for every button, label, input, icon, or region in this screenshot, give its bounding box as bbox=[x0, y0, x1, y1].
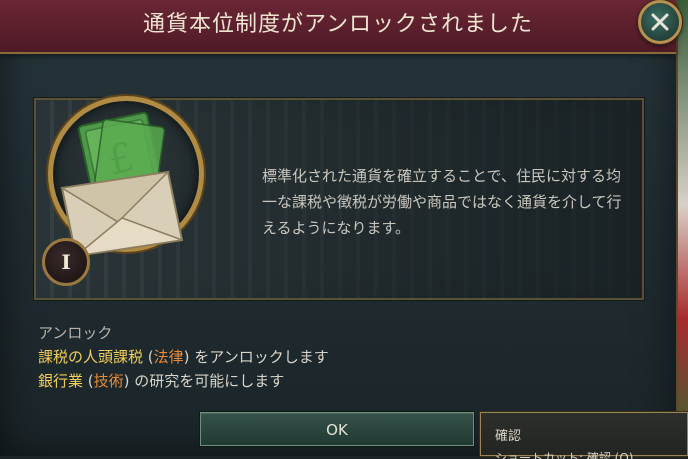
unlock-item-category[interactable]: 法律 bbox=[154, 348, 184, 366]
description-text: 標準化された通貨を確立することで、住民に対する均一な課税や徴税が労働や商品ではな… bbox=[262, 167, 622, 237]
dialog-title: 通貨本位制度がアンロックされました bbox=[142, 12, 534, 37]
unlock-heading: アンロック bbox=[38, 324, 113, 342]
tooltip-shortcut: ショートカット: 確認 (Q) bbox=[495, 451, 634, 459]
tier-badge: I bbox=[42, 238, 90, 286]
unlock-item-law: 課税の人頭課税 (法律) をアンロックします bbox=[38, 346, 329, 367]
unlock-item-suffix: をアンロックします bbox=[189, 348, 329, 366]
unlock-item-name[interactable]: 課税の人頭課税 bbox=[38, 348, 143, 366]
envelope-money-icon: £ bbox=[59, 111, 184, 258]
unlock-item-name[interactable]: 銀行業 bbox=[38, 372, 83, 390]
ok-button[interactable]: OK bbox=[200, 412, 474, 446]
close-icon bbox=[651, 13, 669, 31]
close-button[interactable] bbox=[638, 0, 682, 44]
confirm-tooltip: 確認 ショートカット: 確認 (Q) bbox=[480, 412, 688, 459]
unlock-dialog: 通貨本位制度がアンロックされました £ I 標準化された通貨を確立することで、住… bbox=[0, 0, 682, 456]
unlock-item-category[interactable]: 技術 bbox=[94, 372, 124, 390]
tooltip-title: 確認 bbox=[495, 429, 522, 444]
title-bar: 通貨本位制度がアンロックされました bbox=[0, 0, 676, 54]
unlock-item-tech: 銀行業 (技術) の研究を可能にします bbox=[38, 370, 284, 391]
unlock-item-suffix: の研究を可能にします bbox=[129, 372, 285, 390]
